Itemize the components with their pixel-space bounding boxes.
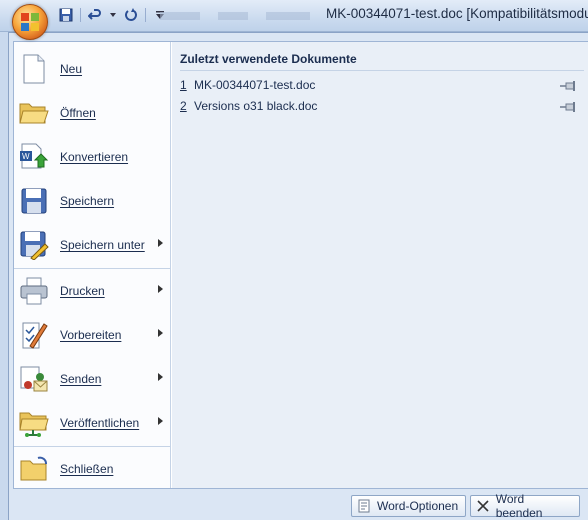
submenu-arrow-icon — [158, 329, 163, 337]
close-folder-icon — [19, 453, 49, 485]
send-icon — [19, 363, 49, 395]
command-list: Neu Öffnen W Konvertieren Speichern Spei… — [14, 42, 171, 488]
menu-item-save[interactable]: Speichern — [14, 180, 171, 222]
exit-word-label: Word beenden — [495, 492, 543, 520]
menu-item-label: Drucken — [60, 284, 105, 298]
menu-item-save-as[interactable]: Speichern unter — [14, 224, 171, 266]
menu-item-label: Schließen — [60, 462, 114, 476]
menu-item-send[interactable]: Senden — [14, 358, 171, 400]
svg-text:W: W — [22, 152, 30, 161]
office-logo-icon — [21, 13, 39, 31]
menu-item-label: Senden — [60, 372, 102, 386]
menu-separator — [14, 268, 171, 269]
title-bar: MK-00344071-test.doc [Kompatibilitätsmod… — [0, 0, 588, 32]
undo-icon[interactable] — [87, 7, 103, 23]
exit-word-button[interactable]: Word beenden — [470, 492, 580, 520]
menu-item-prepare[interactable]: Vorbereiten — [14, 314, 171, 356]
open-folder-icon — [19, 97, 49, 129]
window-title: MK-00344071-test.doc [Kompatibilitätsmod… — [326, 6, 588, 21]
word-options-label: Word-Optionen — [377, 499, 459, 513]
recent-document-item[interactable]: 1 MK-00344071-test.doc — [180, 76, 580, 94]
word-options-button[interactable]: Word-Optionen — [351, 495, 466, 517]
recent-document-number: 2 — [180, 99, 187, 113]
printer-icon — [19, 275, 49, 307]
submenu-arrow-icon — [158, 373, 163, 381]
save-icon[interactable] — [58, 7, 74, 23]
ribbon-tabs-background — [160, 12, 310, 20]
office-menu: Neu Öffnen W Konvertieren Speichern Spei… — [8, 32, 588, 520]
toolbar-separator — [145, 8, 146, 22]
recent-documents-panel: Zuletzt verwendete Dokumente 1 MK-003440… — [172, 42, 588, 488]
convert-icon: W — [19, 141, 49, 173]
pin-icon[interactable] — [560, 80, 576, 91]
menu-item-label: Speichern — [60, 194, 115, 208]
recent-documents-title: Zuletzt verwendete Dokumente — [180, 52, 357, 66]
prepare-icon — [19, 319, 49, 351]
submenu-arrow-icon — [158, 285, 163, 293]
menu-item-print[interactable]: Drucken — [14, 270, 171, 312]
save-as-icon — [19, 229, 49, 261]
new-document-icon — [19, 53, 49, 85]
recent-document-item[interactable]: 2 Versions o31 black.doc — [180, 97, 580, 115]
options-icon — [356, 498, 372, 514]
menu-item-close[interactable]: Schließen — [14, 448, 171, 490]
quick-access-toolbar — [56, 6, 168, 24]
menu-item-publish[interactable]: Veröffentlichen — [14, 402, 171, 444]
menu-item-label: Veröffentlichen — [60, 416, 140, 430]
close-icon — [475, 498, 491, 514]
office-button[interactable] — [12, 4, 48, 40]
office-menu-body: Neu Öffnen W Konvertieren Speichern Spei… — [13, 41, 588, 489]
publish-icon — [19, 407, 49, 439]
menu-item-label: Öffnen — [60, 106, 96, 120]
submenu-arrow-icon — [158, 239, 163, 247]
recent-document-name: MK-00344071-test.doc — [194, 78, 316, 92]
recent-document-name: Versions o31 black.doc — [194, 99, 318, 113]
submenu-arrow-icon — [158, 417, 163, 425]
recent-document-number: 1 — [180, 78, 187, 92]
menu-separator — [14, 446, 171, 447]
toolbar-separator — [80, 8, 81, 22]
recent-divider — [180, 70, 584, 71]
menu-item-label: Konvertieren — [60, 150, 129, 164]
menu-item-label: Vorbereiten — [60, 328, 122, 342]
save-disk-icon — [19, 185, 49, 217]
menu-item-open[interactable]: Öffnen — [14, 92, 171, 134]
undo-dropdown-icon[interactable] — [109, 7, 117, 23]
menu-item-convert[interactable]: W Konvertieren — [14, 136, 171, 178]
menu-item-label: Speichern unter — [60, 238, 145, 252]
pin-icon[interactable] — [560, 101, 576, 112]
menu-item-label: Neu — [60, 62, 83, 76]
menu-item-new[interactable]: Neu — [14, 48, 171, 90]
redo-icon[interactable] — [123, 7, 139, 23]
